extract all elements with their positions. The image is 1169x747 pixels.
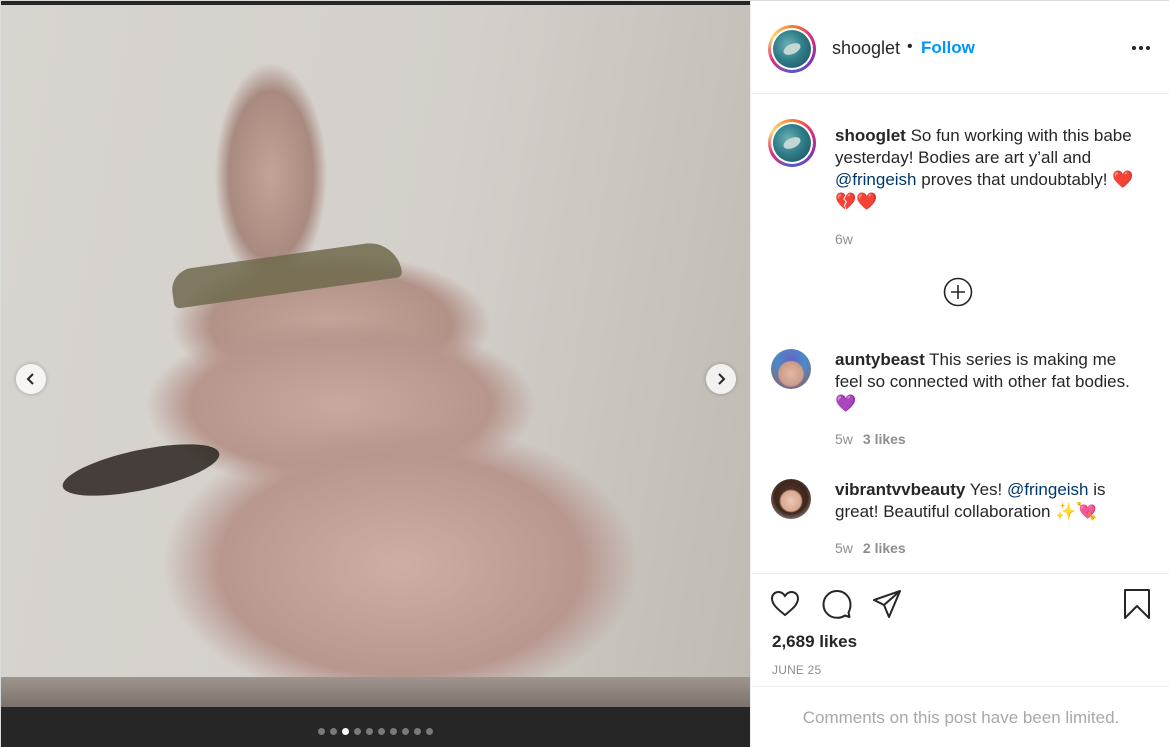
carousel-dot bbox=[414, 728, 421, 735]
chevron-left-icon bbox=[26, 373, 34, 385]
post-date[interactable]: JUNE 25 bbox=[772, 663, 821, 677]
comment-emoji: 💜 bbox=[835, 394, 857, 413]
avatar[interactable] bbox=[771, 479, 811, 519]
likes-count[interactable]: 2,689 likes bbox=[772, 632, 857, 652]
author-avatar-image bbox=[773, 30, 811, 68]
post-header: shooglet • Follow bbox=[751, 1, 1169, 94]
comments-limited-notice: Comments on this post have been limited. bbox=[751, 686, 1169, 747]
caption-meta: 6w bbox=[835, 231, 853, 247]
caption-text: shooglet So fun working with this babe y… bbox=[835, 125, 1145, 213]
comments-section: shooglet So fun working with this babe y… bbox=[751, 95, 1169, 573]
comment-body-1: Yes! bbox=[965, 480, 1007, 499]
chevron-right-icon bbox=[718, 373, 726, 385]
carousel-dot bbox=[366, 728, 373, 735]
carousel-dot bbox=[426, 728, 433, 735]
comment-text: vibrantvvbeauty Yes! @fringeish is great… bbox=[835, 479, 1145, 523]
photo-strap bbox=[169, 239, 403, 309]
comment-username[interactable]: vibrantvvbeauty bbox=[835, 480, 965, 499]
carousel-dot bbox=[378, 728, 385, 735]
bookmark-icon bbox=[1124, 589, 1150, 619]
save-button[interactable] bbox=[1121, 588, 1153, 620]
post-photo bbox=[1, 5, 750, 707]
heart-icon bbox=[770, 590, 800, 617]
comment-icon bbox=[822, 590, 852, 619]
avatar[interactable] bbox=[768, 25, 816, 73]
more-options-icon[interactable] bbox=[1129, 38, 1153, 58]
carousel-prev-button[interactable] bbox=[16, 364, 46, 394]
share-icon bbox=[873, 590, 901, 618]
avatar[interactable] bbox=[771, 349, 811, 389]
caption-avatar-image bbox=[773, 124, 811, 162]
carousel-dot bbox=[354, 728, 361, 735]
carousel-dot bbox=[342, 728, 349, 735]
like-button[interactable] bbox=[769, 588, 801, 620]
follow-button[interactable]: Follow bbox=[921, 38, 975, 58]
photo-shadow bbox=[58, 433, 224, 507]
post-container: shooglet • Follow shooglet So fun workin… bbox=[0, 0, 1169, 747]
comment-mention[interactable]: @fringeish bbox=[1007, 480, 1089, 499]
header-separator: • bbox=[907, 38, 913, 55]
post-sidebar: shooglet • Follow shooglet So fun workin… bbox=[750, 1, 1169, 747]
comment-likes[interactable]: 3 likes bbox=[863, 431, 906, 447]
post-actions: 2,689 likes JUNE 25 bbox=[751, 573, 1169, 685]
comment-likes[interactable]: 2 likes bbox=[863, 540, 906, 556]
carousel-dot bbox=[402, 728, 409, 735]
post-media bbox=[1, 1, 750, 747]
comment-button[interactable] bbox=[821, 588, 853, 620]
share-button[interactable] bbox=[871, 588, 903, 620]
comment-meta: 5w 2 likes bbox=[835, 540, 906, 556]
comment-text: auntybeast This series is making me feel… bbox=[835, 349, 1145, 415]
carousel-dot bbox=[330, 728, 337, 735]
comment-time[interactable]: 5w bbox=[835, 540, 853, 556]
carousel-next-button[interactable] bbox=[706, 364, 736, 394]
carousel-dot bbox=[318, 728, 325, 735]
comment-meta: 5w 3 likes bbox=[835, 431, 906, 447]
comment-username[interactable]: auntybeast bbox=[835, 350, 925, 369]
carousel-dot bbox=[390, 728, 397, 735]
caption-mention[interactable]: @fringeish bbox=[835, 170, 917, 189]
add-circle-icon[interactable] bbox=[943, 277, 973, 307]
author-username[interactable]: shooglet bbox=[832, 38, 900, 59]
carousel-dots bbox=[1, 728, 750, 735]
caption-time[interactable]: 6w bbox=[835, 231, 853, 247]
comment-time[interactable]: 5w bbox=[835, 431, 853, 447]
caption-username[interactable]: shooglet bbox=[835, 126, 906, 145]
photo-floor bbox=[1, 677, 750, 707]
caption-avatar[interactable] bbox=[768, 119, 816, 167]
